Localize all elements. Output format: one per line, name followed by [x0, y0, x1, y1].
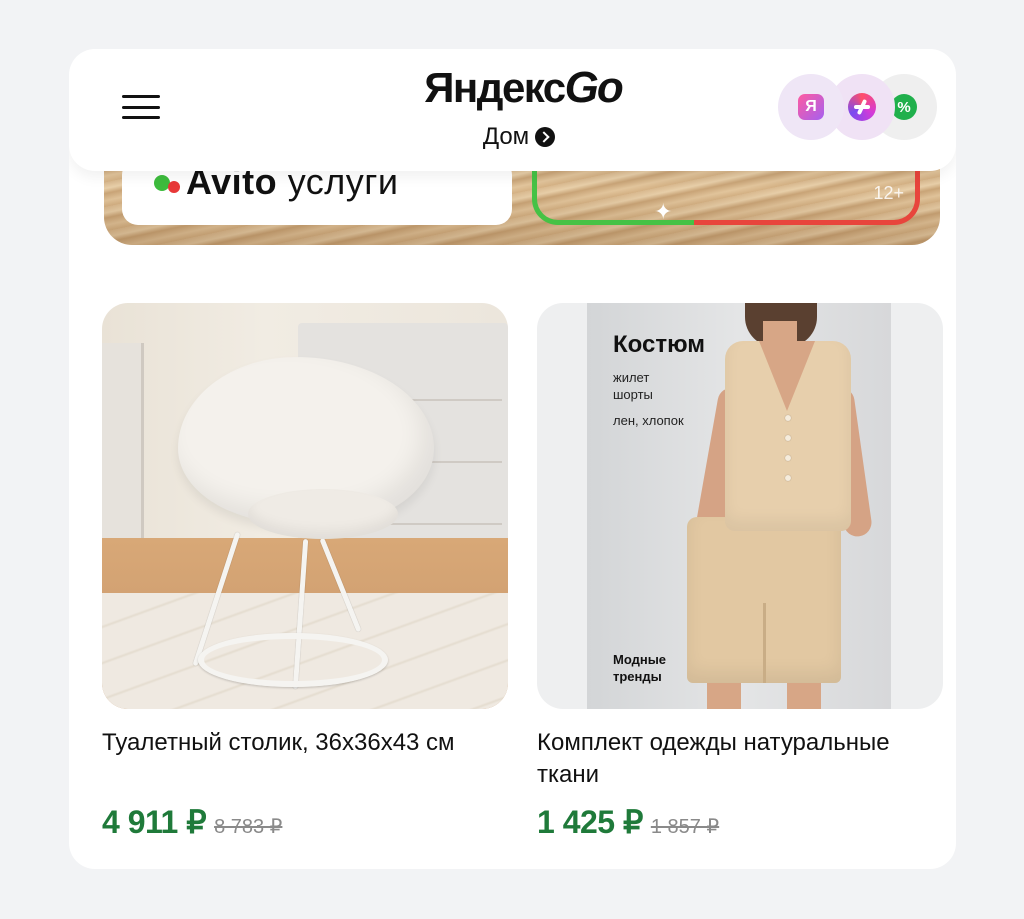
- model-leg: [787, 683, 821, 709]
- price-old: 1 857 ₽: [650, 816, 720, 838]
- vest-button: [785, 455, 791, 461]
- image-line: лен, хлопок: [613, 413, 684, 428]
- brand-go: Go: [564, 63, 624, 112]
- price-old: 8 783 ₽: [214, 816, 283, 838]
- age-rating: 12+: [873, 183, 904, 203]
- image-footer-line: тренды: [613, 669, 662, 684]
- product-image[interactable]: Костюм жилет шорты лен, хлопок Модные тре…: [537, 303, 943, 709]
- product-image[interactable]: [102, 303, 508, 709]
- yandex-icon: Я: [798, 94, 824, 120]
- sparkle-icon: ✦: [654, 199, 673, 224]
- main-card: Avito услуги ✦ 12+ ЯндексGo Дом % Я Туал…: [69, 49, 956, 869]
- side-shelf: [102, 343, 144, 553]
- vest-button: [785, 475, 791, 481]
- product-title[interactable]: Комплект одежды натуральные ткани: [537, 727, 943, 791]
- price-current: 1 425 ₽: [537, 804, 643, 840]
- product-title[interactable]: Туалетный столик, 36х36х43 см: [102, 727, 508, 791]
- menu-icon[interactable]: [121, 93, 161, 121]
- image-footer-line: Модные: [613, 652, 667, 667]
- vest-button: [785, 415, 791, 421]
- price-row: 1 425 ₽ 1 857 ₽: [537, 803, 943, 841]
- shorts-seam: [763, 603, 766, 683]
- price-row: 4 911 ₽ 8 783 ₽: [102, 803, 508, 841]
- yandex-id-badge[interactable]: Я: [778, 74, 844, 140]
- vest-neckline: [759, 341, 815, 411]
- image-title: Костюм: [613, 331, 706, 358]
- plus-icon: [848, 93, 876, 121]
- product-card[interactable]: Туалетный столик, 36х36х43 см 4 911 ₽ 8 …: [102, 303, 508, 841]
- brand-logo[interactable]: ЯндексGo: [407, 63, 639, 113]
- image-footer: Модные тренды: [613, 651, 666, 685]
- section-label: Дом: [482, 123, 530, 150]
- image-line: шорты: [613, 387, 653, 402]
- vest-button: [785, 435, 791, 441]
- badge-group: % Я: [777, 74, 937, 140]
- chevron-right-icon: [535, 127, 556, 147]
- avito-red-dot-icon: [168, 181, 180, 193]
- product-card[interactable]: Костюм жилет шорты лен, хлопок Модные тре…: [537, 303, 943, 841]
- chair-base-ring: [198, 633, 388, 687]
- image-line: жилет: [613, 370, 650, 385]
- app-header: ЯндексGo Дом % Я: [69, 49, 956, 171]
- chair-seat: [248, 489, 398, 539]
- brand-main: Яндекс: [424, 64, 566, 111]
- price-current: 4 911 ₽: [102, 804, 207, 840]
- section-selector[interactable]: Дом: [429, 123, 609, 151]
- model-leg: [707, 683, 741, 709]
